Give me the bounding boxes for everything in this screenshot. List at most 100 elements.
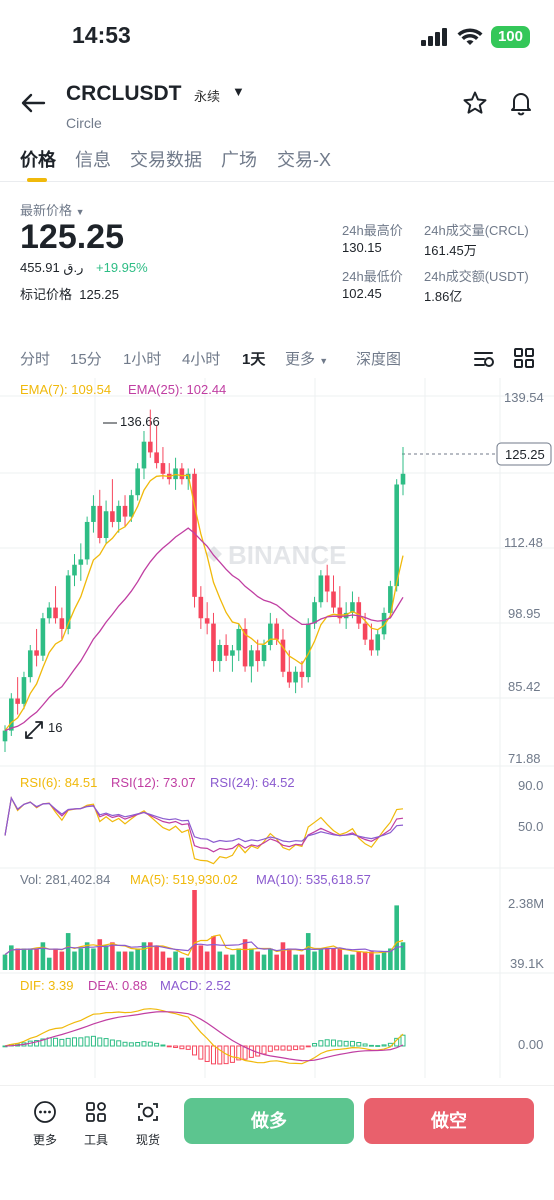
candle-body — [362, 623, 368, 640]
macd-hist-bar — [109, 1039, 115, 1047]
candle-body — [27, 650, 33, 678]
kline-chart[interactable]: BINANCE EMA(7): 109.54 EMA(25): 102.44 R… — [0, 378, 554, 1083]
tab-square[interactable]: 广场 — [221, 146, 257, 172]
volume-bar — [261, 954, 267, 970]
more-button[interactable]: 更多 — [25, 1100, 65, 1148]
macd-label: MACD: 2.52 — [160, 978, 231, 993]
ema7-label: EMA(7): 109.54 — [20, 382, 111, 397]
kline-chart-area[interactable]: BINANCE EMA(7): 109.54 EMA(25): 102.44 R… — [0, 378, 554, 1083]
star-icon[interactable] — [462, 90, 488, 116]
caret-down-icon[interactable]: ▼ — [232, 84, 245, 99]
candle-body — [72, 564, 77, 576]
interval-more[interactable]: 更多 ▼ — [285, 348, 328, 369]
bell-icon[interactable] — [508, 90, 534, 116]
candle-body — [400, 473, 406, 485]
current-price-label: 125.25 — [505, 447, 545, 462]
volume-bar — [236, 948, 242, 970]
candle-body — [148, 441, 153, 453]
dif-line — [4, 1008, 404, 1065]
back-arrow-icon[interactable] — [18, 88, 48, 118]
interval-1h[interactable]: 1小时 — [123, 348, 161, 369]
candle-body — [122, 505, 128, 517]
dea-label: DEA: 0.88 — [88, 978, 147, 993]
volume-bar — [110, 942, 115, 970]
volume-bar — [135, 948, 140, 970]
low-24h-label: 24h最低价 — [342, 269, 403, 284]
macd-hist-bar — [185, 1045, 191, 1050]
macd-hist-bar — [97, 1037, 103, 1047]
candle-body — [268, 623, 273, 646]
indicator-settings-icon[interactable] — [472, 348, 496, 370]
rsi-lines-layer — [4, 796, 404, 865]
price-summary: 最新价格 ▼ 125.25 455.91 ر.ق +19.95% 标记价格 12… — [0, 190, 554, 310]
candle-body — [59, 618, 65, 629]
candle-body — [255, 650, 260, 662]
interval-15m[interactable]: 15分 — [70, 348, 102, 369]
main-tabs: 价格 信息 交易数据 广场 交易-X — [0, 140, 554, 182]
tab-trade-data[interactable]: 交易数据 — [130, 146, 202, 172]
rsi12-label: RSI(12): 73.07 — [111, 775, 196, 790]
tab-trade-x[interactable]: 交易-X — [277, 146, 331, 172]
volume-bar — [15, 948, 20, 970]
price-axis-tick-4: 85.42 — [508, 679, 541, 694]
candles-layer — [2, 409, 406, 753]
volume-bar — [166, 957, 172, 970]
open-short-button[interactable]: 做空 — [364, 1098, 534, 1144]
macd-hist-bar — [261, 1045, 267, 1055]
macd-layer — [2, 1008, 406, 1065]
macd-hist-bar — [128, 1042, 134, 1047]
tab-price[interactable]: 价格 — [20, 146, 56, 172]
spot-button[interactable]: 现货 — [128, 1100, 168, 1148]
status-bar: 14:53 100 — [0, 0, 554, 72]
volume-bar — [337, 948, 343, 970]
macd-hist-bar — [198, 1045, 204, 1060]
tools-button[interactable]: 工具 — [76, 1100, 116, 1148]
volume-bar — [249, 948, 254, 970]
candle-body — [110, 511, 115, 522]
interval-timeshare[interactable]: 分时 — [20, 348, 50, 369]
ema25-label: EMA(25): 102.44 — [128, 382, 226, 397]
candle-body — [331, 591, 336, 608]
wifi-icon — [457, 27, 483, 45]
volume-bar — [84, 942, 90, 970]
macd-hist-bar — [116, 1040, 122, 1047]
macd-hist-bar — [210, 1045, 216, 1065]
candle-body — [236, 628, 242, 651]
spot-label: 现货 — [135, 1133, 160, 1147]
candle-body — [211, 623, 216, 662]
candle-body — [116, 505, 122, 522]
volume-bar — [53, 948, 58, 970]
interval-1d[interactable]: 1天 — [242, 348, 265, 369]
volume-bar — [356, 951, 362, 970]
contract-type-badge[interactable]: 永续 — [194, 86, 220, 105]
tab-info[interactable]: 信息 — [75, 146, 111, 172]
candle-body — [249, 650, 254, 667]
last-price: 125.25 — [20, 218, 124, 256]
macd-hist-bar — [173, 1045, 179, 1048]
candle-body — [91, 505, 96, 522]
status-icons: 100 — [420, 26, 530, 48]
candle-body — [274, 623, 279, 640]
volume-bar — [381, 951, 387, 970]
volume-bar — [97, 939, 103, 970]
candle-body — [261, 645, 267, 662]
volume-bar — [72, 951, 77, 970]
candle-body — [9, 698, 14, 731]
symbol-title[interactable]: CRCLUSDT — [66, 82, 182, 106]
interval-4h[interactable]: 4小时 — [182, 348, 220, 369]
candle-body — [129, 495, 134, 517]
macd-hist-bar — [78, 1037, 84, 1047]
volume-bar — [305, 933, 311, 970]
grid-layout-icon[interactable] — [514, 348, 534, 368]
expand-icon[interactable] — [20, 716, 48, 744]
volume-24h-label: 24h成交量(CRCL) — [424, 223, 529, 238]
volume-bar — [394, 905, 399, 970]
interval-depth[interactable]: 深度图 — [356, 348, 401, 369]
macd-hist-bar — [141, 1041, 147, 1047]
latest-price-label[interactable]: 最新价格 ▼ — [20, 200, 85, 219]
macd-hist-bar — [274, 1045, 280, 1051]
open-long-button[interactable]: 做多 — [184, 1098, 354, 1144]
volume-bar — [211, 936, 216, 970]
volume-bar — [343, 954, 349, 970]
signal-icon — [420, 28, 447, 46]
